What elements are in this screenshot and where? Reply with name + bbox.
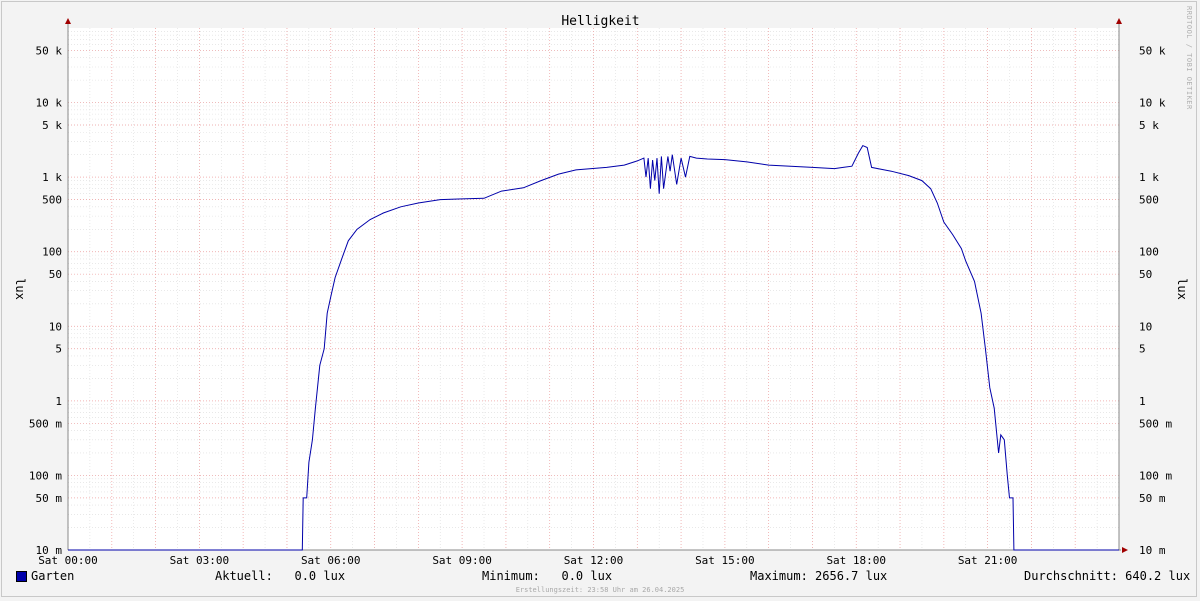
watermark: RRDTOOL / TOBI OETIKER [1185, 6, 1193, 110]
y-tick-label: 1 [55, 395, 62, 408]
legend-swatch [16, 571, 27, 582]
y-tick-label-right: 500 [1139, 194, 1159, 207]
legend-row: Garten Aktuell: 0.0 lux Minimum: 0.0 lux… [2, 568, 1198, 586]
y-tick-label-right: 1 k [1139, 171, 1159, 184]
y-tick-label: 100 [42, 246, 62, 259]
y-tick-label: 500 m [29, 417, 62, 430]
helligkeit-chart: 10 m 10 m50 m 50 m100 m 100 m500 m 500 m1 15 5… [13, 14, 1189, 567]
y-tick-label: 1 k [42, 171, 62, 184]
y-tick-label: 100 m [29, 469, 62, 482]
legend-series-name: Garten [31, 569, 75, 583]
x-axis-arrow [1122, 547, 1128, 553]
x-tick-label: Sat 00:00 [38, 554, 98, 567]
y-tick-label: 10 [49, 320, 62, 333]
y-tick-label: 50 k [36, 44, 63, 57]
stat-aktuell: Aktuell: 0.0 lux [215, 569, 346, 583]
y-tick-label-right: 500 m [1139, 417, 1172, 430]
y-tick-label: 5 k [42, 119, 62, 132]
y-tick-label: 50 [49, 268, 62, 281]
y-tick-label: 500 [42, 194, 62, 207]
y-tick-label-right: 50 [1139, 268, 1152, 281]
x-tick-label: Sat 06:00 [301, 554, 361, 567]
x-tick-label: Sat 12:00 [564, 554, 624, 567]
y-axis-label-right: lux [1175, 278, 1189, 300]
y-tick-label-right: 10 m [1139, 544, 1166, 557]
x-tick-label: Sat 21:00 [958, 554, 1018, 567]
y-axis-arrow [65, 18, 71, 24]
creation-time-footer: Erstellungszeit: 23:58 Uhr am 26.04.2025 [515, 586, 685, 594]
y-tick-label: 5 [55, 343, 62, 356]
x-tick-label: Sat 09:00 [432, 554, 492, 567]
y-tick-label-right: 100 m [1139, 469, 1172, 482]
y-tick-label-right: 50 m [1139, 492, 1166, 505]
chart-title: Helligkeit [561, 14, 639, 29]
y-axis-right-arrow [1116, 18, 1122, 24]
y-tick-label-right: 100 [1139, 246, 1159, 259]
x-tick-label: Sat 15:00 [695, 554, 755, 567]
stat-durchschnitt: Durchschnitt: 640.2 lux [1024, 569, 1191, 583]
y-tick-label-right: 5 [1139, 343, 1146, 356]
y-tick-label: 10 k [36, 97, 63, 110]
stat-minimum: Minimum: 0.0 lux [482, 569, 613, 583]
y-tick-label-right: 1 [1139, 395, 1146, 408]
chart-frame: 10 m 10 m 50 m 50 m 100 m 100 m 500 m 500 m1155… [1, 1, 1197, 597]
y-tick-label: 50 m [36, 492, 63, 505]
x-tick-label: Sat 18:00 [826, 554, 886, 567]
x-tick-label: Sat 03:00 [170, 554, 230, 567]
y-axis-label: lux [13, 278, 27, 300]
y-tick-label-right: 50 k [1139, 44, 1166, 57]
y-tick-label-right: 5 k [1139, 119, 1159, 132]
y-tick-label-right: 10 [1139, 320, 1152, 333]
stat-maximum: Maximum: 2656.7 lux [750, 569, 888, 583]
y-tick-label-right: 10 k [1139, 97, 1166, 110]
